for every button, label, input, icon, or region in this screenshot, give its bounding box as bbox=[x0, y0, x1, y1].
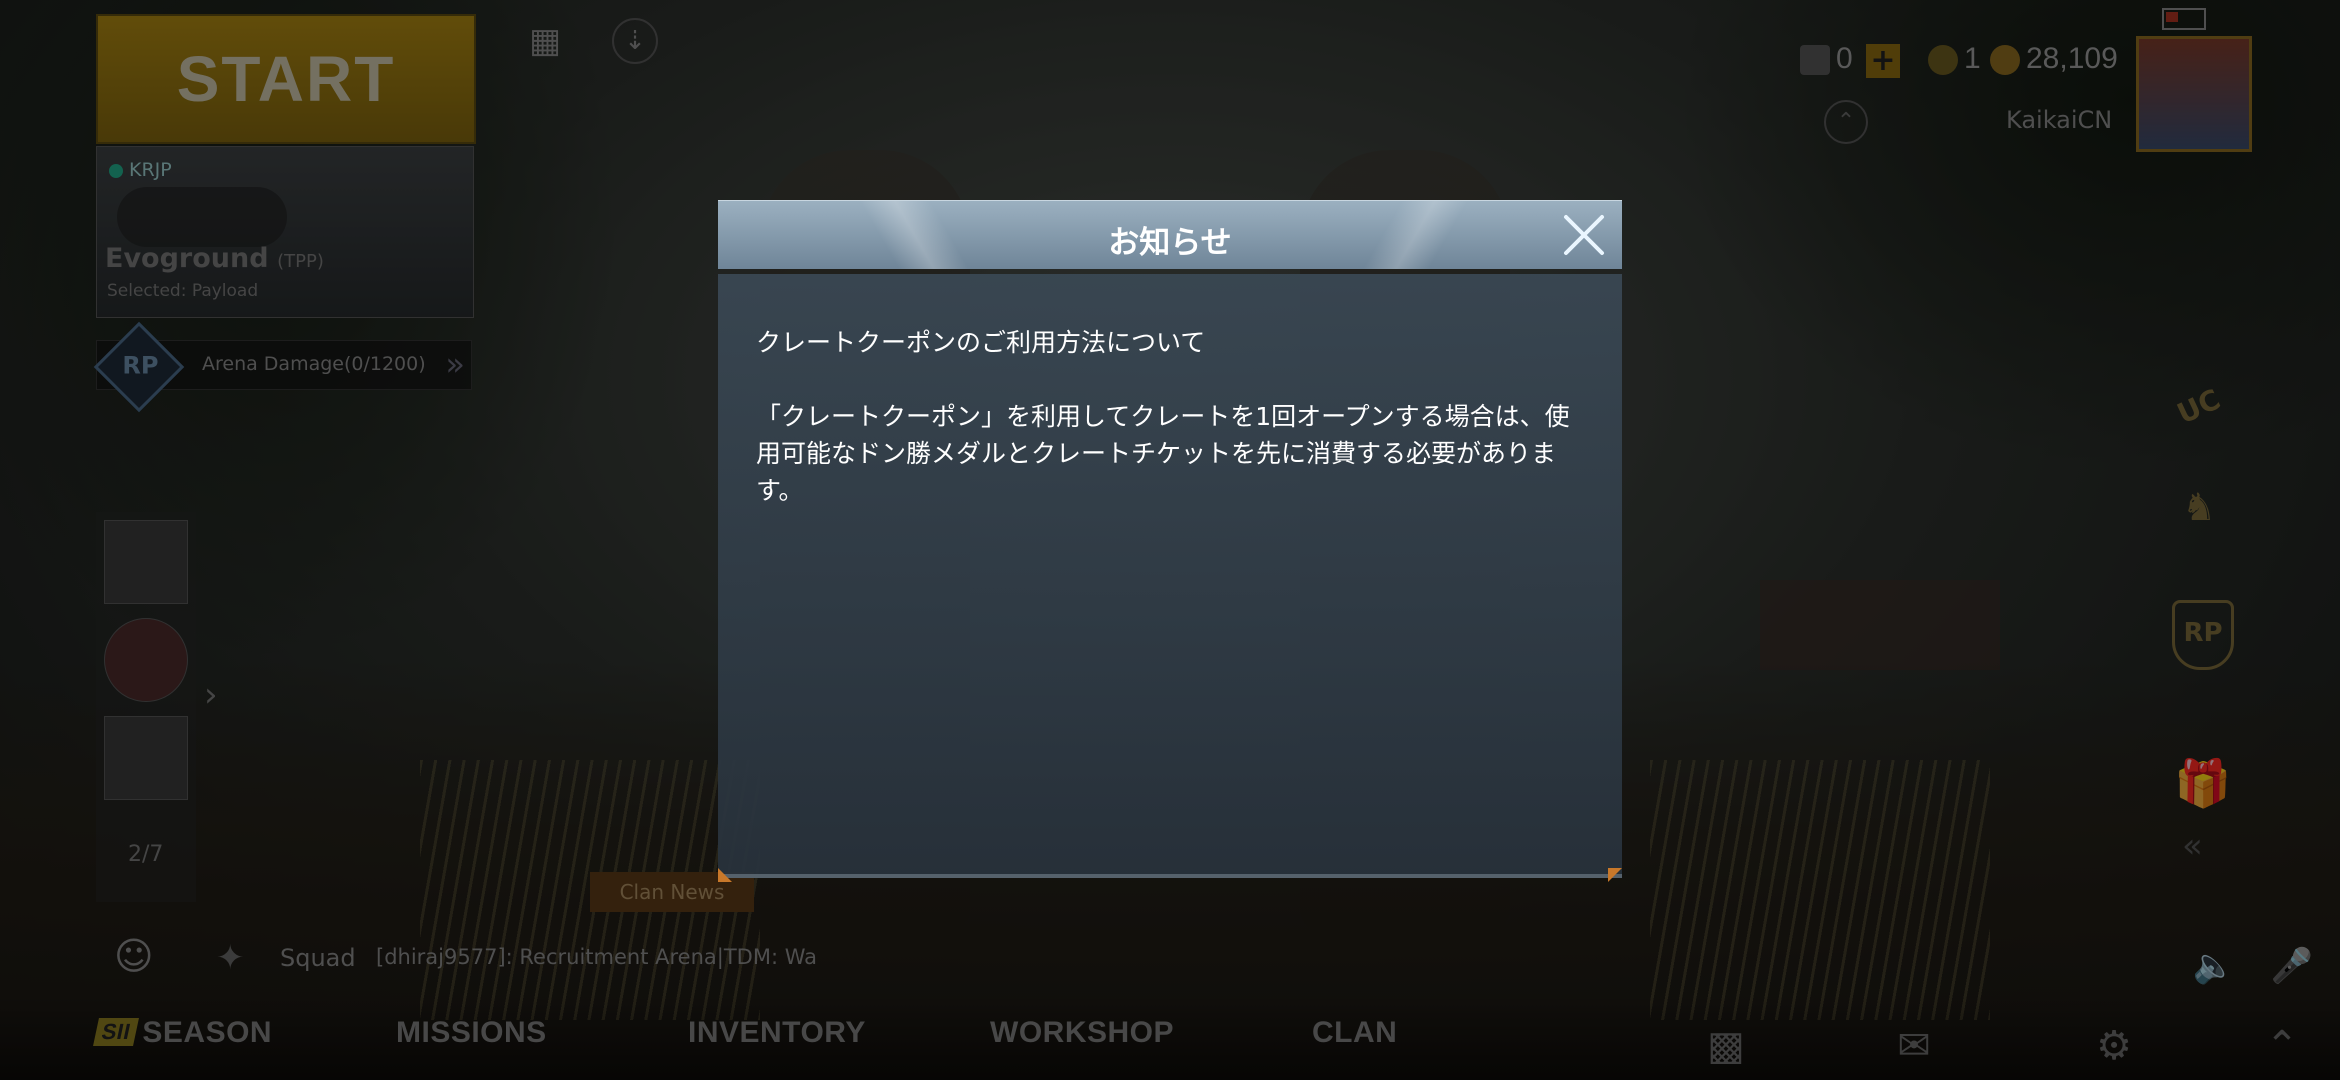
close-icon bbox=[1564, 215, 1604, 255]
corner-accent-right bbox=[1608, 868, 1622, 882]
dialog-heading: クレートクーポンのご利用方法について bbox=[756, 328, 1206, 357]
notice-dialog: お知らせ クレートクーポンのご利用方法について 「クレートクーポン」を利用してク… bbox=[718, 200, 1622, 882]
dialog-body: クレートクーポンのご利用方法について 「クレートクーポン」を利用してクレートを1… bbox=[718, 274, 1622, 882]
dialog-header: お知らせ bbox=[718, 200, 1622, 269]
close-button[interactable] bbox=[1558, 209, 1610, 261]
dialog-text: クレートクーポンのご利用方法について 「クレートクーポン」を利用してクレートを1… bbox=[756, 324, 1586, 509]
dialog-paragraph: 「クレートクーポン」を利用してクレートを1回オープンする場合は、使用可能なドン勝… bbox=[756, 402, 1570, 505]
corner-accent-left bbox=[718, 868, 732, 882]
dialog-title: お知らせ bbox=[1108, 225, 1232, 261]
